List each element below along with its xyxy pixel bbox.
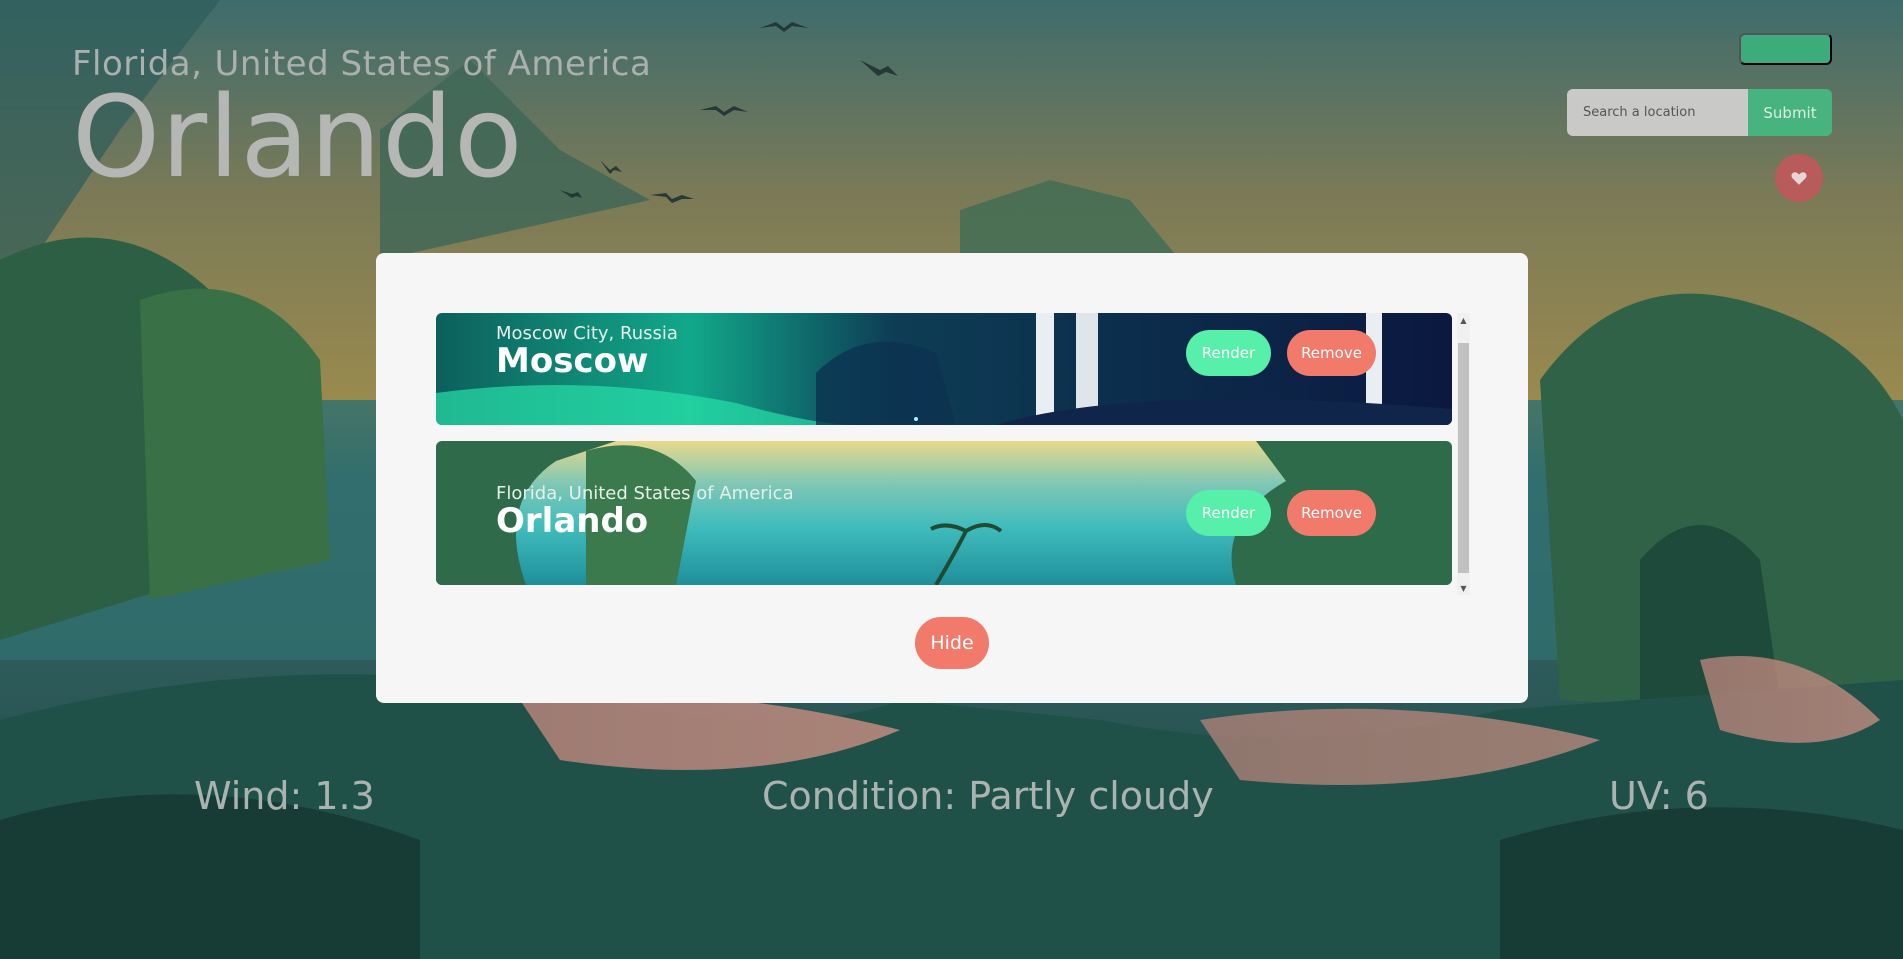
search-row: Submit xyxy=(1567,89,1832,136)
remove-button[interactable]: Remove xyxy=(1287,490,1376,536)
favorite-card-orlando: Florida, United States of America Orland… xyxy=(436,441,1452,585)
card-actions: Render Remove xyxy=(1186,330,1376,376)
card-actions: Render Remove xyxy=(1186,490,1376,536)
card-city: Orlando xyxy=(496,501,649,541)
hide-button[interactable]: Hide xyxy=(915,617,989,669)
submit-button[interactable]: Submit xyxy=(1748,89,1832,136)
card-city: Moscow xyxy=(496,341,649,381)
favorites-toggle-button[interactable] xyxy=(1775,154,1823,202)
card-info: Florida, United States of America Orland… xyxy=(496,483,794,540)
favorite-card-moscow: Moscow City, Russia Moscow Render Remove xyxy=(436,313,1452,425)
uv-stat: UV: 6 xyxy=(1609,774,1709,818)
render-button[interactable]: Render xyxy=(1186,490,1271,536)
search-input[interactable] xyxy=(1567,89,1748,136)
city-title: Orlando xyxy=(72,73,524,203)
render-button[interactable]: Render xyxy=(1186,330,1271,376)
card-info: Moscow City, Russia Moscow xyxy=(496,323,678,380)
condition-stat: Condition: Partly cloudy xyxy=(762,774,1214,818)
list-scrollbar[interactable]: ▲ ▼ xyxy=(1457,313,1470,595)
location-header: Florida, United States of America Orlando xyxy=(72,44,663,194)
favorites-list[interactable]: Moscow City, Russia Moscow Render Remove xyxy=(436,313,1470,595)
scroll-thumb[interactable] xyxy=(1458,343,1469,573)
scroll-up-arrow-icon[interactable]: ▲ xyxy=(1457,313,1470,327)
remove-button[interactable]: Remove xyxy=(1287,330,1376,376)
scroll-down-arrow-icon[interactable]: ▼ xyxy=(1457,581,1470,595)
favorites-modal: Moscow City, Russia Moscow Render Remove xyxy=(376,253,1528,703)
top-action-button[interactable] xyxy=(1739,33,1832,65)
wind-stat: Wind: 1.3 xyxy=(194,774,375,818)
heart-icon xyxy=(1791,172,1807,185)
